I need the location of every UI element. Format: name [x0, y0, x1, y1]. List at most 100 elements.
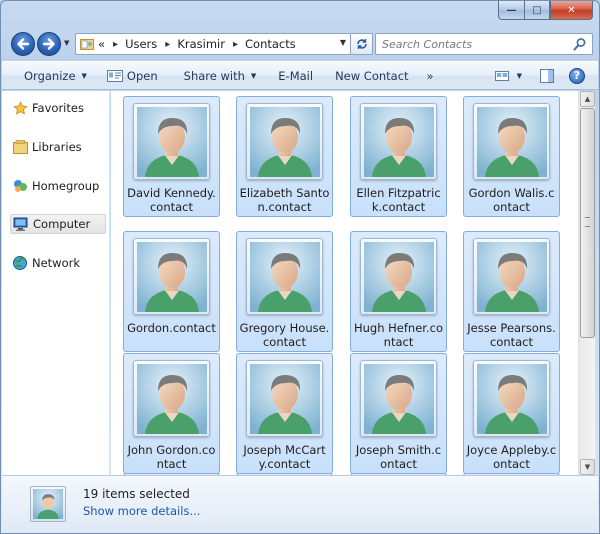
caption-buttons: — □ ✕	[498, 1, 593, 21]
contact-name: Gordon Walis.contact	[468, 186, 555, 214]
contact-item[interactable]: Joseph Smith.contact	[350, 353, 447, 474]
contact-item[interactable]: Gordon Walis.contact	[463, 96, 560, 217]
scroll-thumb[interactable]	[580, 108, 595, 338]
contact-item[interactable]: Joseph McCarty.contact	[236, 353, 333, 474]
contact-icon	[477, 107, 547, 177]
contact-thumbnail	[133, 360, 210, 437]
vertical-scrollbar[interactable]: ▲ ▼	[578, 91, 595, 475]
refresh-icon	[356, 39, 367, 49]
views-icon	[494, 70, 509, 81]
back-arrow-icon	[17, 38, 30, 50]
nav-item-network[interactable]: Network	[12, 253, 80, 273]
back-button[interactable]	[11, 32, 35, 56]
contact-name: Joseph McCarty.contact	[243, 443, 326, 471]
email-button[interactable]: E-Mail	[264, 62, 321, 89]
breadcrumb-separator[interactable]: ▸	[165, 39, 170, 50]
scroll-down-button[interactable]: ▼	[580, 459, 595, 475]
close-button[interactable]: ✕	[550, 1, 593, 20]
contact-item[interactable]: Joyce Appleby.contact	[463, 353, 560, 474]
contact-item[interactable]: Hugh Hefner.contact	[350, 231, 447, 352]
contact-name: Jesse Pearsons.contact	[467, 321, 556, 349]
selection-thumbnail	[30, 486, 66, 522]
contact-name: David Kennedy.contact	[127, 186, 216, 214]
contact-item[interactable]: Ellen Fitzpatrick.contact	[350, 96, 447, 217]
open-icon	[106, 69, 123, 82]
address-overflow-chevron[interactable]: «	[98, 37, 105, 51]
contact-name: Gordon.contact	[127, 321, 216, 335]
contact-thumbnail	[246, 238, 323, 315]
contact-name: Joseph Smith.contact	[355, 443, 442, 471]
refresh-button[interactable]	[351, 33, 373, 55]
contact-name: Hugh Hefner.contact	[353, 321, 443, 349]
contact-thumbnail	[133, 103, 210, 180]
recent-pages-dropdown[interactable]: ▼	[64, 39, 69, 47]
nav-item-libraries[interactable]: Libraries	[12, 137, 82, 157]
breadcrumb-separator[interactable]: ▸	[113, 39, 118, 50]
preview-pane-button[interactable]	[538, 68, 556, 84]
breadcrumb-contacts[interactable]: Contacts	[245, 37, 296, 51]
contact-item[interactable]: Gregory House.contact	[236, 231, 333, 352]
contact-icon	[477, 364, 547, 434]
more-commands-button[interactable]: »	[417, 62, 442, 89]
libraries-icon	[12, 139, 28, 155]
file-list[interactable]: David Kennedy.contact Elizabeth Santon.c…	[111, 91, 578, 475]
contact-item[interactable]: David Kennedy.contact	[123, 96, 220, 217]
help-icon: ?	[569, 67, 585, 84]
forward-arrow-icon	[42, 38, 55, 50]
contact-icon	[250, 364, 320, 434]
contact-icon	[137, 107, 207, 177]
toolbar-right: ▼ ?	[487, 62, 592, 89]
nav-item-label: Network	[32, 256, 81, 270]
organize-button[interactable]: Organize ▼	[2, 62, 95, 89]
contacts-folder-icon	[80, 39, 94, 50]
selection-count: 19 items selected	[83, 487, 190, 501]
nav-item-computer[interactable]: Computer	[10, 214, 106, 234]
navigation-pane: Favorites Libraries Homegroup Computer N…	[2, 91, 110, 475]
nav-item-label: Computer	[33, 217, 91, 231]
minimize-button[interactable]: —	[498, 1, 524, 20]
navigation-row: ▼ « ▸ Users ▸ Krasimir ▸ Contacts ▼	[9, 31, 593, 57]
search-input[interactable]	[382, 37, 572, 51]
search-box[interactable]	[375, 33, 593, 55]
breadcrumb-separator[interactable]: ▸	[233, 39, 238, 50]
show-more-details-link[interactable]: Show more details...	[83, 504, 200, 518]
computer-icon	[13, 216, 29, 232]
contact-icon	[137, 242, 207, 312]
command-bar: Organize ▼ Open Share with ▼ E-Mail New …	[2, 61, 598, 90]
contact-icon	[250, 242, 320, 312]
views-dropdown-icon[interactable]: ▼	[517, 72, 522, 80]
contact-thumbnail	[246, 360, 323, 437]
chevron-down-icon: ▼	[81, 71, 87, 80]
maximize-button[interactable]: □	[524, 1, 550, 20]
scroll-up-button[interactable]: ▲	[580, 91, 595, 107]
contact-item[interactable]: Jesse Pearsons.contact	[463, 231, 560, 352]
nav-item-label: Homegroup	[32, 179, 100, 193]
forward-button[interactable]	[37, 32, 61, 56]
network-icon	[12, 255, 28, 271]
nav-item-label: Favorites	[32, 101, 84, 115]
address-bar[interactable]: « ▸ Users ▸ Krasimir ▸ Contacts ▼	[75, 33, 351, 55]
help-button[interactable]: ?	[568, 67, 586, 84]
search-icon[interactable]	[573, 37, 587, 51]
contact-item[interactable]: Gordon.contact	[123, 231, 220, 352]
share-with-button[interactable]: Share with ▼	[166, 62, 265, 89]
nav-item-homegroup[interactable]: Homegroup	[12, 176, 99, 196]
contact-name: Joyce Appleby.contact	[466, 443, 557, 471]
share-with-label: Share with	[183, 68, 245, 83]
breadcrumb-krasimir[interactable]: Krasimir	[177, 37, 225, 51]
contact-item[interactable]: Elizabeth Santon.contact	[236, 96, 333, 217]
nav-item-favorites[interactable]: Favorites	[12, 98, 84, 118]
nav-item-label: Libraries	[32, 140, 82, 154]
star-icon	[12, 100, 28, 116]
contact-thumbnail	[473, 360, 550, 437]
breadcrumb-users[interactable]: Users	[125, 37, 157, 51]
open-button[interactable]: Open	[95, 62, 166, 89]
contact-thumbnail	[133, 238, 210, 315]
contact-icon	[33, 489, 63, 519]
address-dropdown-icon[interactable]: ▼	[340, 38, 346, 47]
contact-item[interactable]: John Gordon.contact	[123, 353, 220, 474]
views-button[interactable]	[493, 68, 511, 84]
new-contact-button[interactable]: New Contact	[321, 62, 416, 89]
details-pane: 19 items selected Show more details...	[2, 475, 598, 533]
contact-icon	[250, 107, 320, 177]
